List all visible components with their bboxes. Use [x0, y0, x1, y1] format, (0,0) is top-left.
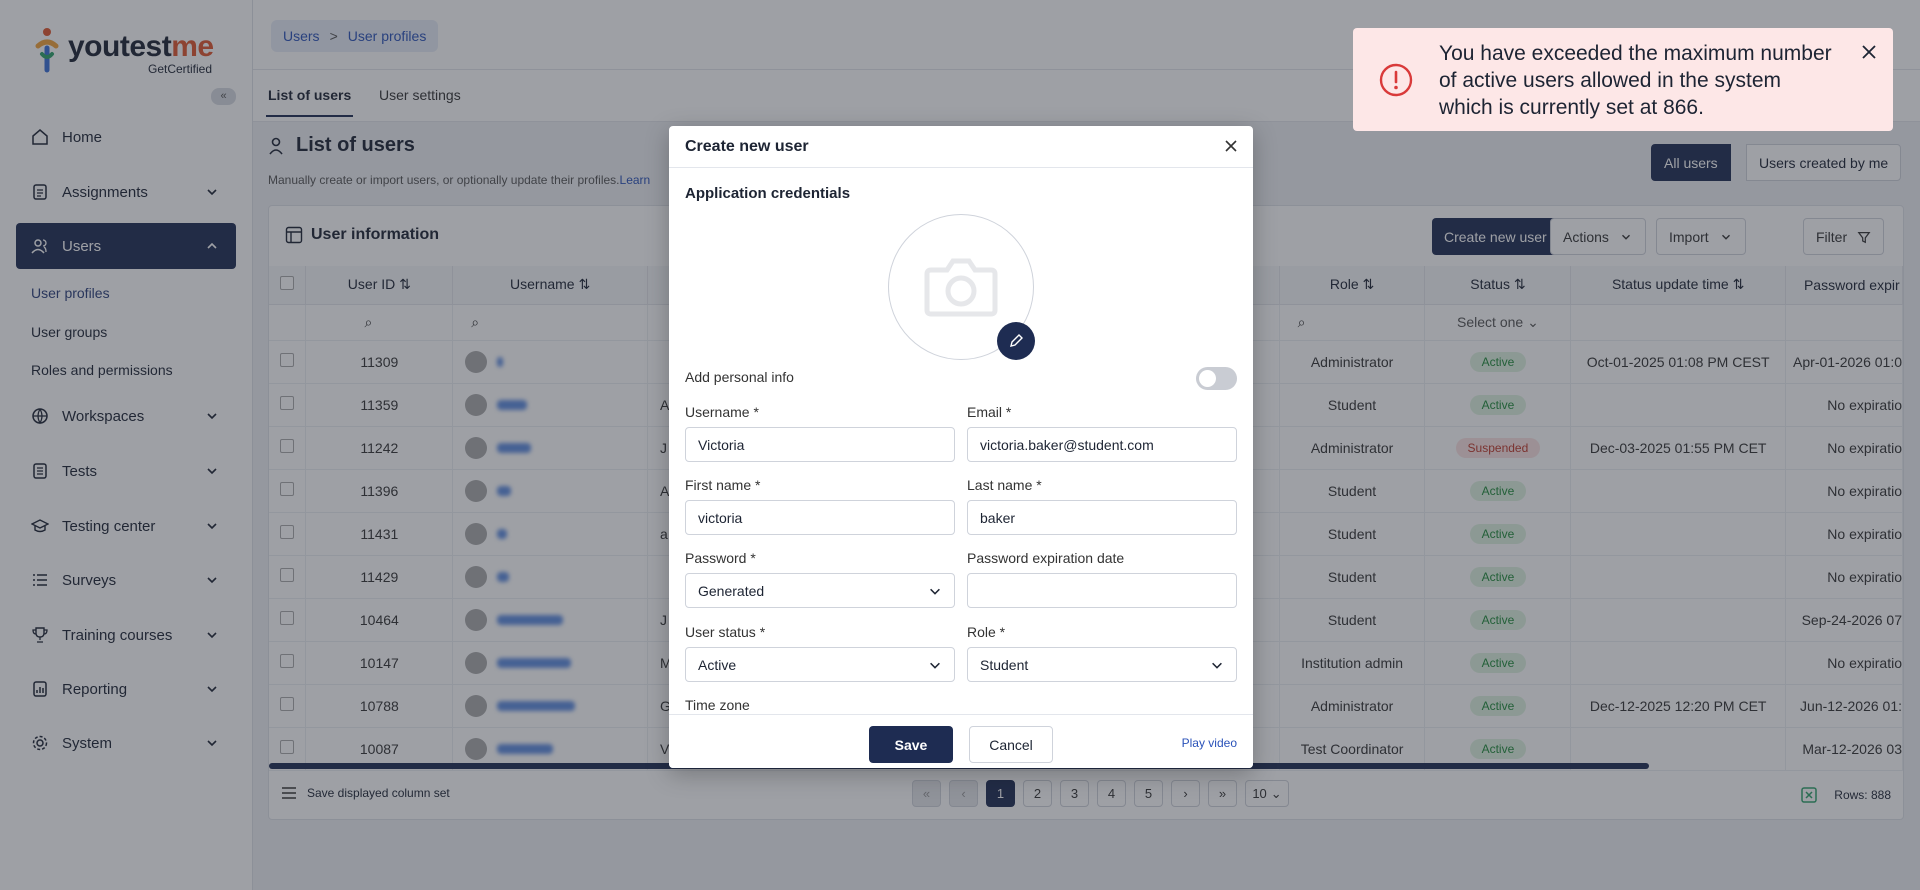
- email-input[interactable]: victoria.baker@student.com: [967, 427, 1237, 462]
- modal-title: Create new user: [685, 138, 809, 155]
- save-button[interactable]: Save: [869, 726, 953, 763]
- add-personal-info-toggle[interactable]: [1196, 367, 1237, 390]
- add-personal-info-label: Add personal info: [685, 369, 794, 385]
- role-label: Role: [967, 624, 1005, 640]
- close-icon[interactable]: [1859, 42, 1879, 62]
- cancel-button[interactable]: Cancel: [969, 726, 1053, 763]
- password-select[interactable]: Generated: [685, 573, 955, 608]
- username-input[interactable]: Victoria: [685, 427, 955, 462]
- modal-header: Create new user: [669, 126, 1253, 168]
- time-zone-label: Time zone: [685, 697, 750, 713]
- password-expiration-label: Password expiration date: [967, 550, 1125, 566]
- role-select[interactable]: Student: [967, 647, 1237, 682]
- chevron-down-icon: [1212, 662, 1222, 669]
- alert-circle-icon: [1379, 63, 1413, 97]
- email-value: victoria.baker@student.com: [980, 436, 1154, 453]
- user-status-value: Active: [698, 656, 737, 673]
- close-icon[interactable]: [1223, 138, 1239, 154]
- first-name-input[interactable]: victoria: [685, 500, 955, 535]
- toast-message: You have exceeded the maximum number of …: [1439, 42, 1832, 119]
- username-label: Username: [685, 404, 759, 420]
- role-value: Student: [980, 656, 1029, 673]
- last-name-input[interactable]: baker: [967, 500, 1237, 535]
- username-value: Victoria: [698, 436, 745, 453]
- create-user-modal: Create new user Application credentials …: [669, 126, 1253, 768]
- pencil-icon: [1010, 334, 1023, 347]
- first-name-label: First name: [685, 477, 760, 493]
- last-name-value: baker: [980, 509, 1016, 526]
- email-label: Email: [967, 404, 1011, 420]
- first-name-value: victoria: [698, 509, 743, 526]
- chevron-down-icon: [930, 662, 940, 669]
- section-title: Application credentials: [685, 185, 851, 202]
- user-status-label: User status: [685, 624, 765, 640]
- edit-photo-button[interactable]: [997, 322, 1035, 360]
- error-toast: You have exceeded the maximum number of …: [1353, 28, 1893, 131]
- modal-footer: Save Cancel Play video: [669, 714, 1253, 768]
- user-status-select[interactable]: Active: [685, 647, 955, 682]
- chevron-down-icon: [930, 588, 940, 595]
- password-value: Generated: [698, 582, 765, 599]
- camera-icon: [924, 258, 998, 317]
- password-expiration-input[interactable]: [967, 573, 1237, 608]
- last-name-label: Last name: [967, 477, 1042, 493]
- play-video-link[interactable]: Play video: [1182, 736, 1237, 750]
- password-label: Password: [685, 550, 756, 566]
